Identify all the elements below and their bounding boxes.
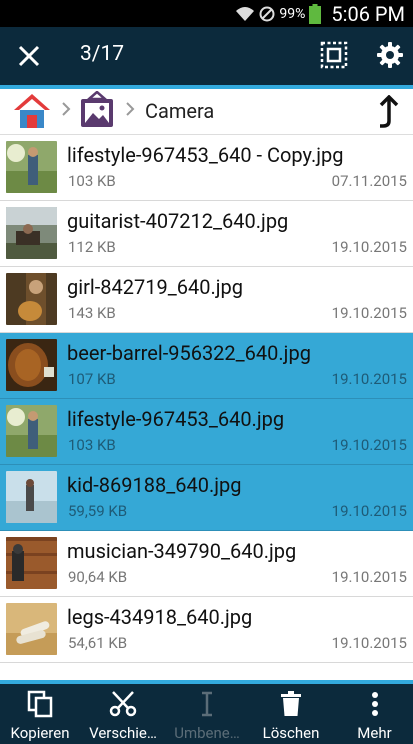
more-button[interactable]: Mehr (336, 684, 413, 744)
move-label: Verschie… (89, 724, 157, 742)
file-size: 103 KB (68, 436, 116, 454)
file-size: 112 KB (68, 238, 116, 256)
more-vert-icon (371, 692, 378, 716)
file-name: beer-barrel-956322_640.jpg (67, 341, 311, 365)
rename-label: Umbene… (174, 724, 240, 742)
trash-icon (281, 691, 301, 716)
copy-label: Kopieren (10, 724, 70, 742)
image-thumbnail (6, 537, 57, 589)
image-thumbnail (6, 603, 57, 655)
file-row[interactable]: legs-434918_640.jpg 54,61 KB 19.10.2015 (0, 597, 413, 663)
file-date: 19.10.2015 (331, 436, 407, 454)
scissors-icon (109, 691, 137, 717)
file-row[interactable]: lifestyle-967453_640.jpg 103 KB 19.10.20… (0, 399, 413, 465)
file-list[interactable]: lifestyle-967453_640 - Copy.jpg 103 KB 0… (0, 135, 413, 680)
file-name: kid-869188_640.jpg (67, 473, 242, 497)
image-thumbnail (6, 471, 57, 523)
selection-counter: 3/17 (80, 42, 125, 66)
delete-label: Löschen (262, 724, 320, 742)
file-size: 143 KB (68, 304, 116, 322)
file-row[interactable]: kid-869188_640.jpg 59,59 KB 19.10.2015 (0, 465, 413, 531)
rename-button[interactable]: Umbene… (166, 684, 248, 744)
file-size: 107 KB (68, 370, 116, 388)
text-cursor-icon (202, 691, 212, 717)
file-row[interactable]: guitarist-407212_640.jpg 112 KB 19.10.20… (0, 201, 413, 267)
status-bar: 99% 5:06 PM (0, 0, 413, 27)
file-name: musician-349790_640.jpg (67, 539, 297, 563)
action-bar: 3/17 (0, 27, 413, 85)
file-date: 19.10.2015 (331, 634, 407, 652)
file-row[interactable]: girl-842719_640.jpg 143 KB 19.10.2015 (0, 267, 413, 333)
file-size: 103 KB (68, 172, 116, 190)
gallery-folder-icon[interactable] (79, 91, 115, 131)
more-label: Mehr (357, 724, 392, 742)
delete-button[interactable]: Löschen (250, 684, 332, 744)
select-all-icon[interactable] (320, 41, 348, 69)
image-thumbnail (6, 207, 57, 259)
file-name: girl-842719_640.jpg (67, 275, 243, 299)
chevron-right-icon (126, 102, 135, 116)
file-date: 19.10.2015 (331, 238, 407, 256)
breadcrumb: Camera (0, 89, 413, 135)
wifi-icon (236, 6, 255, 21)
file-size: 59,59 KB (68, 502, 128, 520)
file-row[interactable]: beer-barrel-956322_640.jpg 107 KB 19.10.… (0, 333, 413, 399)
image-thumbnail (6, 273, 57, 325)
file-date: 19.10.2015 (331, 304, 407, 322)
file-name: guitarist-407212_640.jpg (67, 209, 289, 233)
file-date: 19.10.2015 (331, 568, 407, 586)
file-row[interactable]: musician-349790_640.jpg 90,64 KB 19.10.2… (0, 531, 413, 597)
file-size: 54,61 KB (68, 634, 128, 652)
file-row[interactable]: lifestyle-967453_640 - Copy.jpg 103 KB 0… (0, 135, 413, 201)
file-name: lifestyle-967453_640 - Copy.jpg (67, 143, 344, 167)
copy-icon (27, 690, 53, 718)
copy-button[interactable]: Kopieren (0, 684, 80, 744)
clock: 5:06 PM (331, 1, 405, 26)
file-date: 19.10.2015 (331, 502, 407, 520)
image-thumbnail (6, 141, 57, 193)
image-thumbnail (6, 405, 57, 457)
file-date: 07.11.2015 (331, 172, 407, 190)
bottom-action-bar: Kopieren Verschie… Umbene… Löschen Mehr (0, 680, 413, 744)
file-size: 90,64 KB (68, 568, 128, 586)
battery-percent: 99% (279, 5, 306, 22)
file-name: lifestyle-967453_640.jpg (67, 407, 285, 431)
folder-up-icon[interactable] (377, 95, 401, 129)
move-button[interactable]: Verschie… (82, 684, 164, 744)
battery-icon (309, 3, 322, 24)
home-icon[interactable] (12, 91, 52, 131)
no-sim-icon (259, 6, 275, 21)
file-date: 19.10.2015 (331, 370, 407, 388)
image-thumbnail (6, 339, 57, 391)
file-name: legs-434918_640.jpg (67, 605, 253, 629)
chevron-right-icon (62, 102, 71, 116)
breadcrumb-current-folder[interactable]: Camera (145, 99, 214, 123)
close-icon[interactable] (14, 41, 44, 71)
gear-icon[interactable] (376, 41, 404, 69)
